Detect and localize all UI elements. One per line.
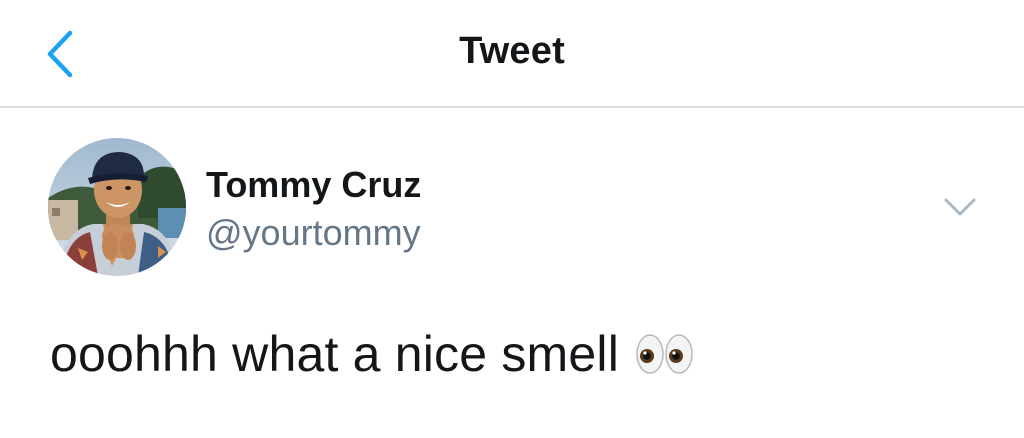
tweet-options-button[interactable]	[938, 190, 982, 224]
profile-photo	[48, 138, 186, 276]
navigation-bar: Tweet	[0, 0, 1024, 108]
avatar[interactable]	[48, 138, 186, 276]
eyes-emoji-icon	[636, 334, 693, 374]
author-display-name[interactable]: Tommy Cruz	[206, 164, 421, 206]
chevron-down-icon	[944, 198, 976, 216]
tweet-body: ooohhh what a nice smell	[50, 322, 695, 386]
page-title: Tweet	[459, 30, 565, 72]
tweet-detail-screen: Tweet Tommy Cruz @yourtommy ooohhh what …	[0, 0, 1024, 438]
author-handle[interactable]: @yourtommy	[206, 212, 421, 254]
tweet-text: ooohhh what a nice smell	[50, 326, 620, 382]
